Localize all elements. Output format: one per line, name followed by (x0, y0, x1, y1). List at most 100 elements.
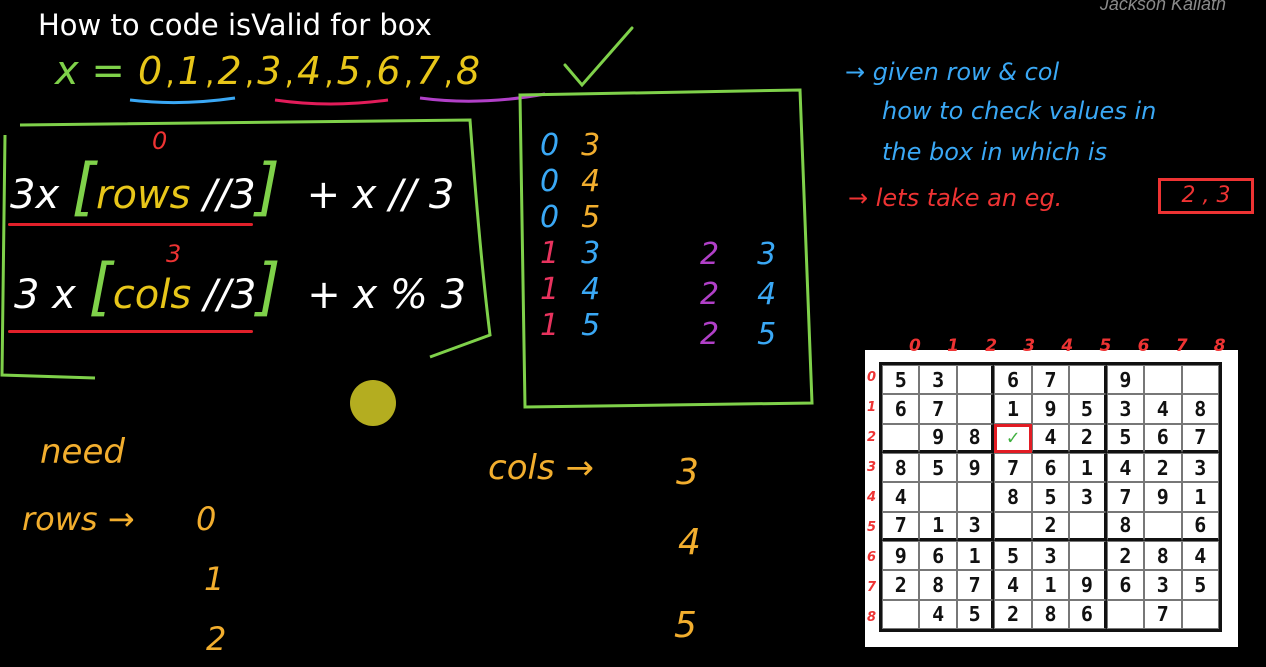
pair-row-index: 2 (700, 317, 720, 352)
sudoku-row-label: 1 (867, 400, 877, 415)
check-mark-icon (563, 26, 634, 88)
sudoku-cell: 5 (1031, 482, 1070, 512)
pair-row-index: 0 (540, 128, 560, 163)
pair-row-index: 2 (700, 237, 720, 272)
sudoku-cell: 5 (1106, 423, 1145, 453)
note-line-1: → given row & col (845, 58, 1060, 86)
sudoku-cell (882, 423, 920, 453)
x-value: 3 (257, 49, 282, 93)
sudoku-cell: 6 (1031, 453, 1070, 483)
pair-row-index: 0 (540, 164, 560, 199)
sudoku-cell (1144, 511, 1182, 541)
sudoku-cell (994, 511, 1032, 541)
x-values: 0,1,2,3,4,5,6,7,8 (136, 49, 482, 93)
sudoku-cell: 4 (994, 570, 1032, 600)
sudoku-cell (956, 394, 995, 424)
sudoku-row-label: 3 (867, 460, 877, 475)
pair-row: 25 (700, 317, 776, 352)
sudoku-col-label: 3 (1023, 336, 1036, 356)
sudoku-cell: 6 (882, 394, 920, 424)
pair-row: 04 (540, 164, 600, 199)
pairs-left-list: 030405131415 (540, 128, 640, 368)
pair-col-index: 4 (581, 164, 601, 199)
sudoku-cell (1069, 541, 1107, 571)
x-separator: , (284, 57, 294, 92)
sudoku-cell: 3 (1144, 570, 1182, 600)
sudoku-cell: 8 (1106, 511, 1145, 541)
sudoku-cell: 3 (1106, 394, 1145, 424)
sudoku-row-label: 8 (867, 610, 877, 625)
note-line-4: → lets take an eg. (848, 184, 1063, 212)
need-col-value: 4 (678, 522, 701, 563)
sudoku-cell (882, 599, 920, 629)
sudoku-row-label: 2 (867, 430, 877, 445)
sudoku-cell: 7 (956, 570, 995, 600)
pair-col-index: 5 (757, 317, 777, 352)
sudoku-cell: 4 (1106, 453, 1145, 483)
sudoku-cell: 5 (1181, 570, 1219, 600)
sudoku-cell: 3 (1069, 482, 1107, 512)
col-formula-prefix: 3 x (14, 272, 76, 318)
col-formula-inner: cols (112, 272, 192, 318)
pair-row: 15 (540, 308, 600, 343)
row-underline (8, 223, 253, 226)
watermark: Jackson Kailath (1099, 0, 1226, 14)
x-separator: , (363, 57, 374, 92)
sudoku-cell (1181, 599, 1219, 629)
sudoku-row-label: 5 (867, 520, 877, 535)
need-col-value: 3 (676, 452, 699, 493)
sudoku-cell: 1 (919, 511, 957, 541)
sudoku-cell: 7 (994, 453, 1032, 483)
sudoku-col-label: 5 (1099, 336, 1112, 356)
need-row-value: 1 (204, 560, 225, 598)
sudoku-cell: 9 (956, 453, 995, 483)
x-separator: , (204, 57, 215, 92)
sudoku-cell (956, 365, 995, 395)
sudoku-row-label: 0 (867, 370, 877, 385)
sudoku-cell (956, 482, 995, 512)
sudoku-cell: 7 (1106, 482, 1145, 512)
row-formula-prefix: 3x (10, 172, 60, 218)
sudoku-cell: 7 (1144, 599, 1182, 629)
sudoku-cell: 9 (1106, 365, 1145, 395)
sudoku-cell: 5 (994, 541, 1032, 571)
row-formula-div: //3 (203, 172, 256, 218)
sudoku-cell: 7 (1031, 365, 1070, 395)
sudoku-cell: 4 (1144, 394, 1182, 424)
need-cols-label: cols → (488, 448, 594, 488)
row-marker: 0 (152, 127, 168, 155)
sudoku-cell: 6 (1181, 511, 1219, 541)
need-rows-label: rows → (22, 500, 135, 538)
sudoku-cell: 9 (1069, 570, 1107, 600)
pair-row: 14 (540, 272, 600, 307)
sudoku-board: 012345678 012345678 5 3 6 7 9 6 7 1 9 5 3 4 8 9 8 ✓ 4 2 5 6… (865, 336, 1238, 647)
sudoku-cell: 6 (1106, 570, 1145, 600)
sudoku-cell: 4 (1031, 423, 1070, 453)
pair-row: 23 (700, 237, 776, 272)
sudoku-cell: 1 (1069, 453, 1107, 483)
note-line-3: the box in which is (882, 138, 1107, 166)
x-value: 1 (177, 49, 202, 93)
note-line-2: how to check values in (882, 97, 1157, 125)
x-separator: , (403, 57, 414, 92)
sudoku-cell (1069, 511, 1107, 541)
pair-row-index: 1 (540, 272, 560, 307)
sudoku-cell: 9 (1031, 394, 1070, 424)
sudoku-cell: 6 (994, 365, 1032, 395)
sudoku-col-label: 7 (1175, 336, 1188, 356)
sudoku-cell: 8 (919, 570, 957, 600)
x-value: 7 (416, 49, 441, 93)
sudoku-cell: 4 (919, 599, 957, 629)
sudoku-cell: 9 (882, 541, 920, 571)
sudoku-cell: 8 (1031, 599, 1070, 629)
pair-col-index: 5 (581, 308, 601, 343)
sudoku-col-label: 8 (1213, 336, 1226, 356)
sudoku-cell: 5 (956, 599, 995, 629)
pairs-right-list: 232425 (700, 237, 800, 377)
row-formula: 3x [rows //3] + x // 3 (10, 150, 455, 223)
x-separator: , (165, 57, 175, 92)
pair-col-index: 4 (757, 277, 777, 312)
pair-row: 13 (540, 236, 600, 271)
need-row-value: 2 (206, 620, 227, 658)
sudoku-cell: 3 (956, 511, 995, 541)
